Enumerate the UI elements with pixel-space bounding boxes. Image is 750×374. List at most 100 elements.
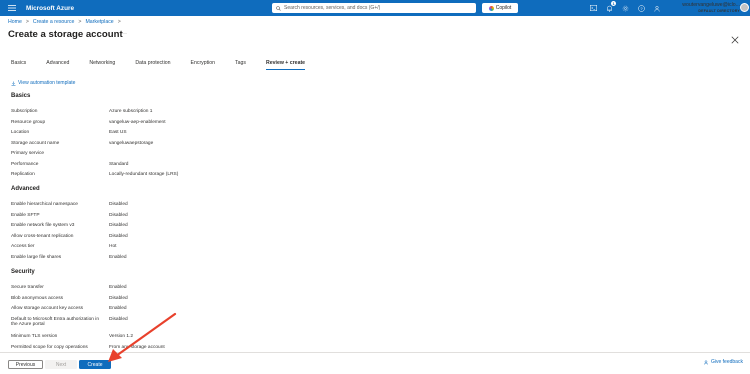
row-value: vangeluw-aep-enablement (109, 119, 166, 125)
summary-row: Minimum TLS version Version 1.2 (11, 334, 231, 344)
feedback-label: Give feedback (711, 359, 743, 365)
summary-row: Performance Standard (11, 162, 231, 172)
row-label: Performance (11, 161, 39, 167)
row-value: Disabled (109, 212, 128, 218)
copilot-icon (488, 5, 494, 11)
svg-text:?: ? (640, 6, 643, 11)
tab-data-protection[interactable]: Data protection (135, 60, 170, 70)
row-value: Standard (109, 161, 129, 167)
row-label: Permitted scope for copy operations (11, 344, 88, 350)
row-label: Default to Microsoft Entra authorization… (11, 316, 99, 327)
breadcrumb-create-resource[interactable]: Create a resource (33, 19, 75, 25)
create-button[interactable]: Create (79, 360, 111, 369)
tab-networking[interactable]: Networking (89, 60, 115, 70)
breadcrumb-separator: > (78, 19, 82, 25)
tab-basics[interactable]: Basics (11, 60, 26, 70)
tab-advanced[interactable]: Advanced (46, 60, 69, 70)
row-label: Minimum TLS version (11, 334, 58, 339)
summary-row: Enable network file system v3 Disabled (11, 223, 231, 233)
breadcrumb: Home > Create a resource > Marketplace > (8, 19, 121, 25)
hamburger-menu-icon[interactable] (0, 0, 24, 16)
tab-tags[interactable]: Tags (235, 60, 246, 70)
close-icon[interactable] (731, 31, 741, 44)
breadcrumb-home[interactable]: Home (8, 19, 22, 25)
row-value: East US (109, 130, 127, 135)
row-label: Enable SFTP (11, 212, 40, 218)
summary-row: Secure transfer Enabled (11, 285, 231, 295)
next-button[interactable]: Next (45, 360, 77, 369)
row-value: Azure subscription 1 (109, 109, 153, 114)
search-input[interactable]: Search resources, services, and docs (G+… (272, 3, 476, 13)
row-label: Storage account name (11, 140, 60, 146)
summary-row: Allow storage account key access Enabled (11, 306, 231, 316)
row-label: Enable hierarchical namespace (11, 202, 78, 207)
more-options-icon[interactable]: ··· (121, 31, 127, 37)
row-value: Disabled (109, 202, 128, 207)
section-title-security: Security (11, 269, 35, 275)
feedback-icon (704, 360, 708, 365)
row-label: Secure transfer (11, 285, 44, 290)
row-label: Allow storage account key access (11, 306, 83, 311)
row-label: Location (11, 130, 30, 135)
summary-row: Allow cross-tenant replication Disabled (11, 234, 231, 244)
search-placeholder: Search resources, services, and docs (G+… (284, 5, 381, 11)
row-label: Enable large file shares (11, 254, 62, 260)
tab-encryption[interactable]: Encryption (191, 60, 216, 70)
help-icon[interactable]: ? (636, 3, 646, 13)
summary-row: Permitted scope for copy operations From … (11, 345, 231, 355)
row-label: Enable network file system v3 (11, 223, 75, 228)
copilot-label: Copilot (495, 5, 512, 11)
row-label: Access tier (11, 244, 35, 249)
row-value: Hot (109, 244, 117, 249)
view-automation-template-link[interactable]: View automation template (11, 80, 75, 86)
section-title-advanced: Advanced (11, 186, 40, 192)
search-icon (276, 5, 281, 11)
breadcrumb-marketplace[interactable]: Marketplace (85, 19, 113, 25)
row-label: Subscription (11, 109, 38, 114)
row-value: vangeluwaepstorage (109, 140, 154, 146)
summary-row: Storage account name vangeluwaepstorage (11, 141, 231, 151)
row-value: Disabled (109, 316, 128, 322)
row-label: Replication (11, 172, 35, 177)
summary-row: Subscription Azure subscription 1 (11, 109, 231, 119)
feedback-person-icon[interactable] (652, 3, 662, 13)
download-icon (11, 81, 16, 86)
row-value: Disabled (109, 233, 128, 239)
summary-row: Location East US (11, 130, 231, 140)
breadcrumb-separator: > (25, 19, 29, 25)
row-value: Disabled (109, 223, 128, 228)
row-value: Locally-redundant storage (LRS) (109, 172, 179, 177)
user-directory: DEFAULT DIRECTORY (698, 9, 740, 13)
summary-row: Replication Locally-redundant storage (LR… (11, 172, 231, 182)
avatar[interactable] (740, 3, 749, 12)
copilot-button[interactable]: Copilot (482, 3, 518, 13)
summary-row: Access tier Hot (11, 244, 231, 254)
row-label: Primary service (11, 151, 45, 156)
row-value: Version 1.2 (109, 334, 134, 339)
user-email: woutervangeluwe@iclo... (682, 2, 740, 8)
summary-row: Enable SFTP Disabled (11, 213, 231, 223)
section-title-basics: Basics (11, 93, 31, 99)
row-label: Allow cross-tenant replication (11, 233, 74, 239)
tab-review-create[interactable]: Review + create (265, 60, 306, 70)
give-feedback-link[interactable]: Give feedback (704, 359, 743, 365)
cloud-shell-icon[interactable] (588, 3, 598, 13)
row-value: Enabled (109, 306, 127, 311)
summary-row: Enable hierarchical namespace Disabled (11, 202, 231, 212)
summary-row: Default to Microsoft Entra authorization… (11, 317, 231, 329)
row-value: Enabled (109, 285, 127, 290)
wizard-tabs: Basics Advanced Networking Data protecti… (11, 60, 325, 70)
brand-title[interactable]: Microsoft Azure (26, 5, 74, 12)
breadcrumb-separator: > (117, 19, 121, 25)
row-value: Disabled (109, 295, 128, 301)
summary-row: Enable large file shares Enabled (11, 255, 231, 265)
row-label: Blob anonymous access (11, 295, 63, 301)
account-info[interactable]: woutervangeluwe@iclo... DEFAULT DIRECTOR… (672, 2, 740, 13)
row-value: Enabled (109, 254, 127, 260)
settings-gear-icon[interactable] (620, 3, 630, 13)
footer-divider (0, 352, 750, 353)
summary-row: Resource group vangeluw-aep-enablement (11, 120, 231, 130)
row-value: From any storage account (109, 344, 165, 350)
notifications-icon[interactable]: 1 (604, 1, 617, 13)
previous-button[interactable]: Previous (8, 360, 43, 369)
